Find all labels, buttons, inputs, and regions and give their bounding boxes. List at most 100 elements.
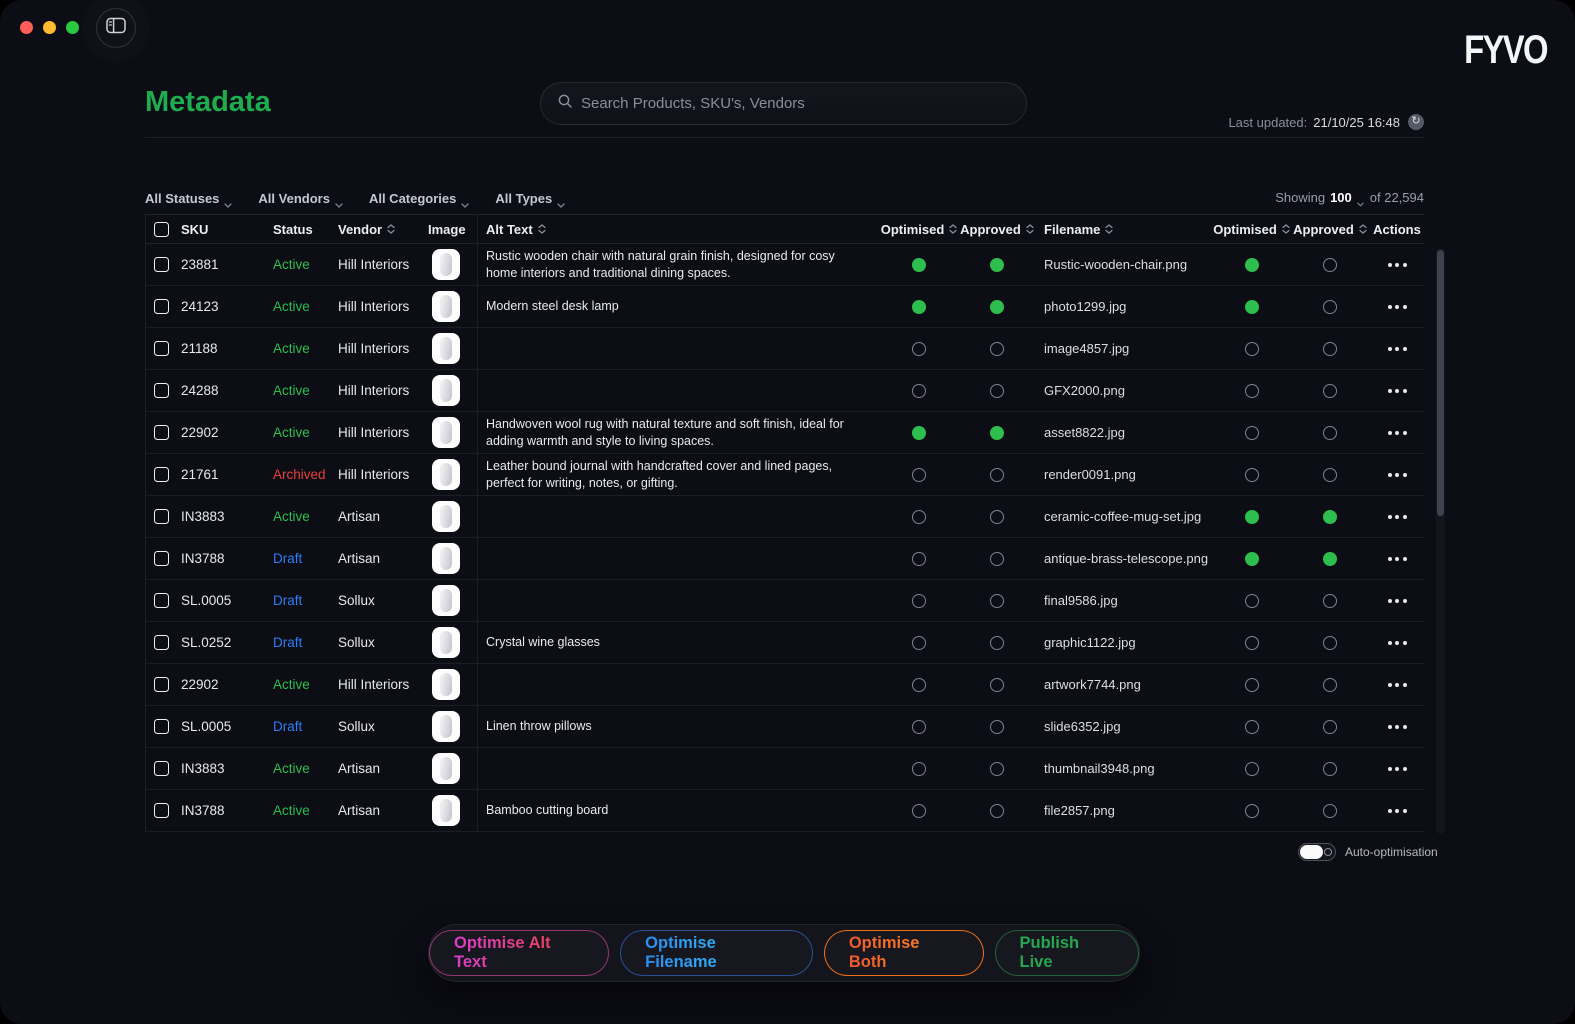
image-cell[interactable]: [428, 412, 477, 453]
optimised-alt-indicator[interactable]: [912, 426, 926, 440]
row-checkbox[interactable]: [154, 635, 169, 650]
filename-cell[interactable]: final9586.jpg: [1036, 580, 1212, 621]
optimised-alt-indicator[interactable]: [912, 636, 926, 650]
image-cell[interactable]: [428, 790, 477, 831]
sort-icon[interactable]: [1359, 224, 1367, 234]
product-thumbnail[interactable]: [432, 291, 460, 322]
filter-all-categories[interactable]: All Categories: [369, 191, 469, 206]
row-actions-menu[interactable]: [1388, 263, 1407, 267]
filename-cell[interactable]: thumbnail3948.png: [1036, 748, 1212, 789]
optimised-file-indicator[interactable]: [1245, 300, 1259, 314]
row-actions-menu[interactable]: [1388, 305, 1407, 309]
approved-file-indicator[interactable]: [1323, 426, 1337, 440]
row-actions-menu[interactable]: [1388, 557, 1407, 561]
row-actions-menu[interactable]: [1388, 473, 1407, 477]
row-actions-menu[interactable]: [1388, 515, 1407, 519]
filename-cell[interactable]: photo1299.jpg: [1036, 286, 1212, 327]
filename-cell[interactable]: image4857.jpg: [1036, 328, 1212, 369]
sort-icon[interactable]: [387, 224, 395, 234]
column-header-image[interactable]: Image: [428, 222, 477, 237]
image-cell[interactable]: [428, 538, 477, 579]
alt-text-cell[interactable]: [477, 538, 880, 579]
alt-text-cell[interactable]: Modern steel desk lamp: [477, 286, 880, 327]
row-checkbox[interactable]: [154, 341, 169, 356]
row-actions-menu[interactable]: [1388, 767, 1407, 771]
optimise-alt-text-button[interactable]: Optimise Alt Text: [429, 930, 609, 976]
filename-cell[interactable]: Rustic-wooden-chair.png: [1036, 244, 1212, 285]
optimised-alt-indicator[interactable]: [912, 720, 926, 734]
filename-cell[interactable]: antique-brass-telescope.png: [1036, 538, 1212, 579]
optimised-alt-indicator[interactable]: [912, 510, 926, 524]
optimised-file-indicator[interactable]: [1245, 636, 1259, 650]
optimised-file-indicator[interactable]: [1245, 594, 1259, 608]
approved-file-indicator[interactable]: [1323, 510, 1337, 524]
optimised-file-indicator[interactable]: [1245, 510, 1259, 524]
filename-cell[interactable]: ceramic-coffee-mug-set.jpg: [1036, 496, 1212, 537]
optimised-alt-indicator[interactable]: [912, 804, 926, 818]
image-cell[interactable]: [428, 454, 477, 495]
filename-cell[interactable]: render0091.png: [1036, 454, 1212, 495]
approved-file-indicator[interactable]: [1323, 720, 1337, 734]
alt-text-cell[interactable]: Bamboo cutting board: [477, 790, 880, 831]
close-window-button[interactable]: [20, 21, 33, 34]
optimised-file-indicator[interactable]: [1245, 468, 1259, 482]
approved-file-indicator[interactable]: [1323, 762, 1337, 776]
filename-cell[interactable]: graphic1122.jpg: [1036, 622, 1212, 663]
approved-file-indicator[interactable]: [1323, 342, 1337, 356]
column-header-filename[interactable]: Filename: [1036, 222, 1212, 237]
row-actions-menu[interactable]: [1388, 809, 1407, 813]
optimise-filename-button[interactable]: Optimise Filename: [620, 930, 813, 976]
row-checkbox[interactable]: [154, 257, 169, 272]
product-thumbnail[interactable]: [432, 459, 460, 490]
optimised-alt-indicator[interactable]: [912, 762, 926, 776]
approved-alt-indicator[interactable]: [990, 636, 1004, 650]
approved-file-indicator[interactable]: [1323, 594, 1337, 608]
optimised-alt-indicator[interactable]: [912, 300, 926, 314]
page-size-value[interactable]: 100: [1330, 190, 1352, 205]
product-thumbnail[interactable]: [432, 795, 460, 826]
row-checkbox[interactable]: [154, 719, 169, 734]
alt-text-cell[interactable]: [477, 370, 880, 411]
image-cell[interactable]: [428, 748, 477, 789]
row-checkbox[interactable]: [154, 509, 169, 524]
filter-all-types[interactable]: All Types: [495, 191, 565, 206]
approved-alt-indicator[interactable]: [990, 594, 1004, 608]
product-thumbnail[interactable]: [432, 669, 460, 700]
column-header-alt-text[interactable]: Alt Text: [477, 215, 880, 243]
approved-alt-indicator[interactable]: [990, 342, 1004, 356]
alt-text-cell[interactable]: [477, 580, 880, 621]
approved-alt-indicator[interactable]: [990, 468, 1004, 482]
minimize-window-button[interactable]: [43, 21, 56, 34]
sidebar-toggle-button[interactable]: [96, 8, 136, 48]
row-checkbox[interactable]: [154, 467, 169, 482]
approved-alt-indicator[interactable]: [990, 720, 1004, 734]
optimised-file-indicator[interactable]: [1245, 720, 1259, 734]
image-cell[interactable]: [428, 244, 477, 285]
optimised-file-indicator[interactable]: [1245, 384, 1259, 398]
row-actions-menu[interactable]: [1388, 725, 1407, 729]
column-header-status[interactable]: Status: [273, 222, 338, 237]
optimised-file-indicator[interactable]: [1245, 342, 1259, 356]
product-thumbnail[interactable]: [432, 333, 460, 364]
row-actions-menu[interactable]: [1388, 683, 1407, 687]
image-cell[interactable]: [428, 580, 477, 621]
product-thumbnail[interactable]: [432, 543, 460, 574]
product-thumbnail[interactable]: [432, 249, 460, 280]
image-cell[interactable]: [428, 706, 477, 747]
search-bar[interactable]: [540, 82, 1027, 125]
optimised-alt-indicator[interactable]: [912, 468, 926, 482]
alt-text-cell[interactable]: [477, 664, 880, 705]
scrollbar-thumb[interactable]: [1437, 250, 1444, 516]
table-scrollbar[interactable]: [1436, 248, 1445, 834]
publish-live-button[interactable]: Publish Live: [995, 930, 1140, 976]
approved-file-indicator[interactable]: [1323, 384, 1337, 398]
row-checkbox[interactable]: [154, 761, 169, 776]
approved-alt-indicator[interactable]: [990, 552, 1004, 566]
sort-icon[interactable]: [1282, 224, 1290, 234]
search-input[interactable]: [581, 95, 1010, 112]
zoom-window-button[interactable]: [66, 21, 79, 34]
image-cell[interactable]: [428, 496, 477, 537]
row-checkbox[interactable]: [154, 425, 169, 440]
sort-icon[interactable]: [949, 224, 957, 234]
optimised-file-indicator[interactable]: [1245, 552, 1259, 566]
